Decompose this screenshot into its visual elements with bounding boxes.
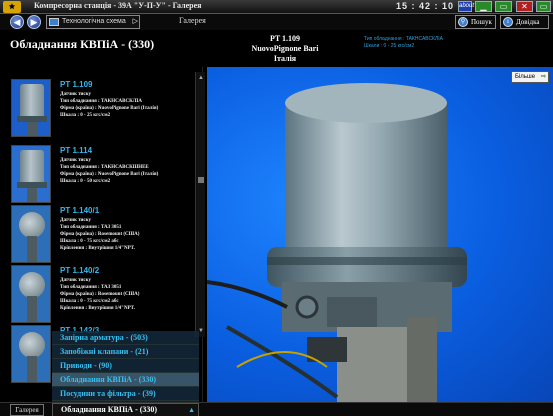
help-button[interactable]: i Довідка (500, 15, 549, 29)
search-button[interactable]: ⚲ Пошук (455, 15, 496, 29)
about-button[interactable]: about (458, 1, 474, 12)
gallery-item-desc: Датчик тиску (60, 278, 91, 283)
equipment-photo: Більше ⇨ (207, 67, 553, 402)
gallery-item-name[interactable]: PT 1.109 (60, 80, 92, 89)
gallery-thumbnail[interactable] (11, 79, 51, 137)
navigation-bar: ◀ ▶ Технологічна схема ▷ Галерея ⚲ Пошук… (0, 14, 553, 30)
gallery-item-name[interactable]: PT 1.114 (60, 146, 92, 155)
gallery-item-desc: Датчик тиску (60, 218, 91, 223)
scroll-thumb[interactable] (198, 177, 204, 183)
scroll-up-icon[interactable]: ▲ (197, 74, 205, 82)
gallery-item[interactable]: PT 1.109 Датчик тиску Тип обладнання : Т… (9, 77, 199, 143)
gallery-item-scale: Шкала : 0 - 25 кгс/см2 (60, 113, 111, 118)
selected-item-country: Італія (273, 54, 297, 63)
gallery-item-scale: Шкала : 0 - 75 кгс/см2 абс (60, 299, 119, 304)
gallery-item-maker: Фірма (країна) : NuovoPignone Bari (Італ… (60, 172, 159, 177)
gallery-thumbnail[interactable] (11, 265, 51, 323)
detail-type: Тип обладнання : ТАКНСАВСКЛІА (364, 36, 443, 42)
app-logo-icon: 🟊 (3, 1, 21, 13)
category-item-active[interactable]: Обладнання КВПіА - (330) (52, 373, 199, 387)
gallery-item-type: Тип обладнання : ТАЗ 3051 (60, 285, 122, 290)
gallery-item-scale: Шкала : 0 - 50 кгс/см2 (60, 179, 111, 184)
close-button[interactable]: ✕ (516, 1, 533, 12)
selected-item-name: PT 1.109 (269, 34, 301, 43)
clock: 15 : 42 : 10 (396, 1, 455, 11)
category-item[interactable]: Запобіжні клапани - (21) (52, 345, 199, 359)
extra-window-button[interactable]: ▭ (536, 1, 551, 12)
gallery-item-desc: Датчик тиску (60, 92, 91, 97)
gallery-item-desc: Датчик тиску (60, 158, 91, 163)
gallery-item-mount: Кріплення : Внутрішня 1/4"NPT. (60, 306, 135, 311)
gallery-button[interactable]: Галерея (10, 404, 44, 416)
selected-item-maker: NuovoPignone Bari (251, 44, 319, 53)
gallery-item-maker: Фірма (країна) : Rosemount (США) (60, 292, 140, 297)
gallery-item-scale: Шкала : 0 - 75 кгс/см2 абс (60, 239, 119, 244)
gallery-item-maker: Фірма (країна) : Rosemount (США) (60, 232, 140, 237)
gallery-item[interactable]: PT 1.140/1 Датчик тиску Тип обладнання :… (9, 203, 199, 269)
gallery-item-type: Тип обладнання : ТАКНСАВСКЛІА (60, 99, 142, 104)
search-icon: ⚲ (458, 17, 468, 27)
category-item[interactable]: Запірна арматура - (503) (52, 331, 199, 345)
gallery-thumbnail[interactable] (11, 205, 51, 263)
gallery-item[interactable]: PT 1.140/2 Датчик тиску Тип обладнання :… (9, 263, 199, 329)
title-bar: 🟊 Компресорна станція - 39А "У-П-У" - Га… (0, 0, 553, 14)
detail-scale: Шкали : 0 - 25 кгс/см2 (364, 43, 415, 49)
bottom-bar: Галерея Обладнання КВПіА - (330) ▲ (0, 402, 553, 416)
breadcrumb[interactable]: Технологічна схема ▷ (46, 15, 140, 29)
search-label: Пошук (471, 18, 492, 26)
info-icon: i (503, 17, 513, 27)
gallery-item[interactable]: PT 1.114 Датчик тиску Тип обладнання : Т… (9, 143, 199, 209)
page-header: Обладнання КВПіА - (330) PT 1.109 NuovoP… (0, 30, 553, 67)
back-icon[interactable]: ◀ (10, 15, 24, 29)
minimize-button[interactable]: ▁ (475, 1, 492, 12)
category-item[interactable]: Посудини та фільтра - (39) (52, 387, 199, 401)
gallery-item-type: Тип обладнання : ТАЗ 3051 (60, 225, 122, 230)
more-label: Більше (515, 74, 536, 80)
gallery-item-maker: Фірма (країна) : NuovoPignone Bari (Італ… (60, 106, 159, 111)
selected-item-info: PT 1.109 NuovoPignone Bari Італія (235, 34, 335, 64)
category-select-value: Обладнання КВПіА - (330) (61, 405, 158, 414)
maximize-button[interactable]: ▭ (495, 1, 512, 12)
forward-icon[interactable]: ▶ (27, 15, 41, 29)
selected-item-details: Тип обладнання : ТАКНСАВСКЛІА Шкали : 0 … (364, 36, 443, 50)
arrow-right-icon: ⇨ (540, 74, 546, 80)
page-title: Обладнання КВПіА - (330) (10, 37, 155, 51)
category-menu: Запірна арматура - (503) Запобіжні клапа… (52, 331, 199, 402)
scheme-icon (49, 18, 59, 26)
gallery-scrollbar[interactable]: ▲ ▼ (195, 72, 205, 337)
pressure-transmitter-image (207, 83, 467, 402)
breadcrumb-current: Галерея (179, 16, 206, 25)
gallery-item-name[interactable]: PT 1.140/1 (60, 206, 99, 215)
window-title: Компресорна станція - 39А "У-П-У" - Гале… (34, 1, 202, 10)
chevron-right-icon: ▷ (132, 18, 138, 25)
gallery-thumbnail[interactable] (11, 145, 51, 203)
gallery-item-type: Тип обладнання : ТАКНСАВСКШНЕЕ (60, 165, 149, 170)
help-label: Довідка (516, 18, 540, 26)
category-item[interactable]: Приводи - (90) (52, 359, 199, 373)
gallery-thumbnail[interactable] (11, 325, 51, 383)
category-select[interactable]: Обладнання КВПіА - (330) ▲ (52, 403, 199, 416)
chevron-up-icon: ▲ (188, 406, 195, 414)
breadcrumb-label: Технологічна схема (62, 18, 126, 25)
gallery-item-name[interactable]: PT 1.140/2 (60, 266, 99, 275)
gallery-item-mount: Кріплення : Внутрішня 1/4"NPT. (60, 246, 135, 251)
more-button[interactable]: Більше ⇨ (511, 71, 549, 83)
